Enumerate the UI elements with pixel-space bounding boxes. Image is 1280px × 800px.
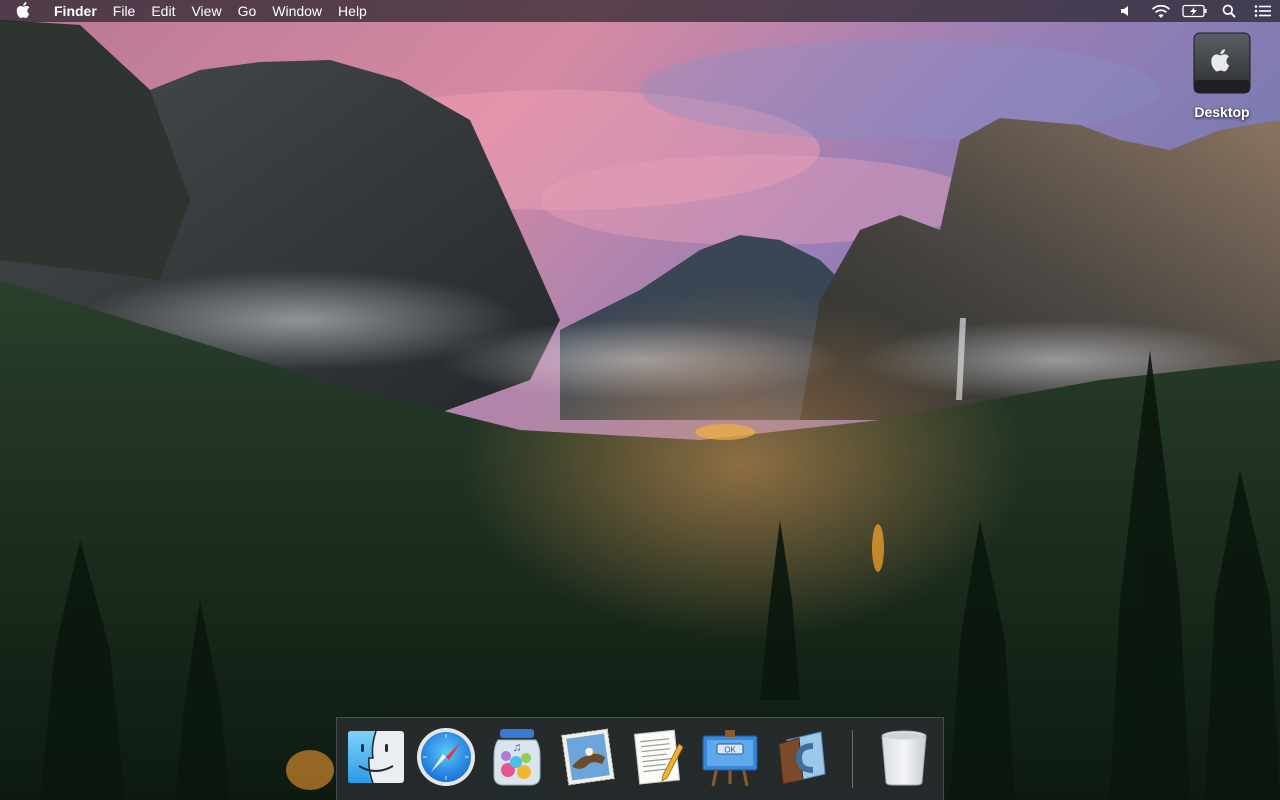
itunes-jar-icon: ♫ (486, 726, 548, 788)
dock-item-interface-builder[interactable]: OK (699, 726, 761, 788)
menu-bar: Finder File Edit View Go Window Help (0, 0, 1280, 22)
menu-edit[interactable]: Edit (143, 0, 183, 22)
desktop-drive-label: Desktop (1194, 104, 1250, 120)
dock-item-textedit[interactable] (627, 726, 689, 788)
wifi-icon[interactable] (1144, 0, 1178, 22)
dock-item-safari[interactable] (415, 726, 477, 788)
desktop[interactable]: Finder File Edit View Go Window Help Des… (0, 0, 1280, 800)
apple-logo-icon (16, 1, 30, 21)
menu-window[interactable]: Window (264, 0, 330, 22)
trash-icon (873, 726, 935, 788)
notification-center-icon[interactable] (1246, 0, 1280, 22)
spotlight-search-icon[interactable] (1212, 0, 1246, 22)
svg-text:♫: ♫ (513, 740, 522, 754)
battery-charging-icon[interactable] (1178, 0, 1212, 22)
dock-item-finder[interactable] (345, 726, 407, 788)
status-menu-area (1110, 0, 1280, 22)
svg-text:OK: OK (724, 746, 736, 755)
xcode-interface-builder-icon: OK (699, 726, 761, 788)
volume-icon[interactable] (1110, 0, 1144, 22)
menu-go[interactable]: Go (230, 0, 265, 22)
safari-icon (415, 726, 477, 788)
dock-item-trash[interactable] (873, 726, 935, 788)
desktop-drive-item[interactable]: Desktop (1182, 32, 1262, 132)
dock-separator (852, 730, 853, 788)
textedit-icon (627, 726, 689, 788)
dock: ♫ OK (336, 717, 944, 800)
dock-item-calibre[interactable] (769, 726, 831, 788)
dock-item-mail[interactable] (557, 726, 619, 788)
apple-menu[interactable] (0, 0, 46, 22)
hard-drive-icon (1193, 32, 1251, 94)
menu-help[interactable]: Help (330, 0, 375, 22)
dock-item-itunes[interactable]: ♫ (486, 726, 548, 788)
menu-finder[interactable]: Finder (46, 0, 105, 22)
wallpaper-image (0, 0, 1280, 800)
menu-file[interactable]: File (105, 0, 144, 22)
menu-view[interactable]: View (183, 0, 229, 22)
mail-stamp-icon (557, 726, 619, 788)
calibre-icon (769, 726, 831, 788)
finder-icon (345, 726, 407, 788)
